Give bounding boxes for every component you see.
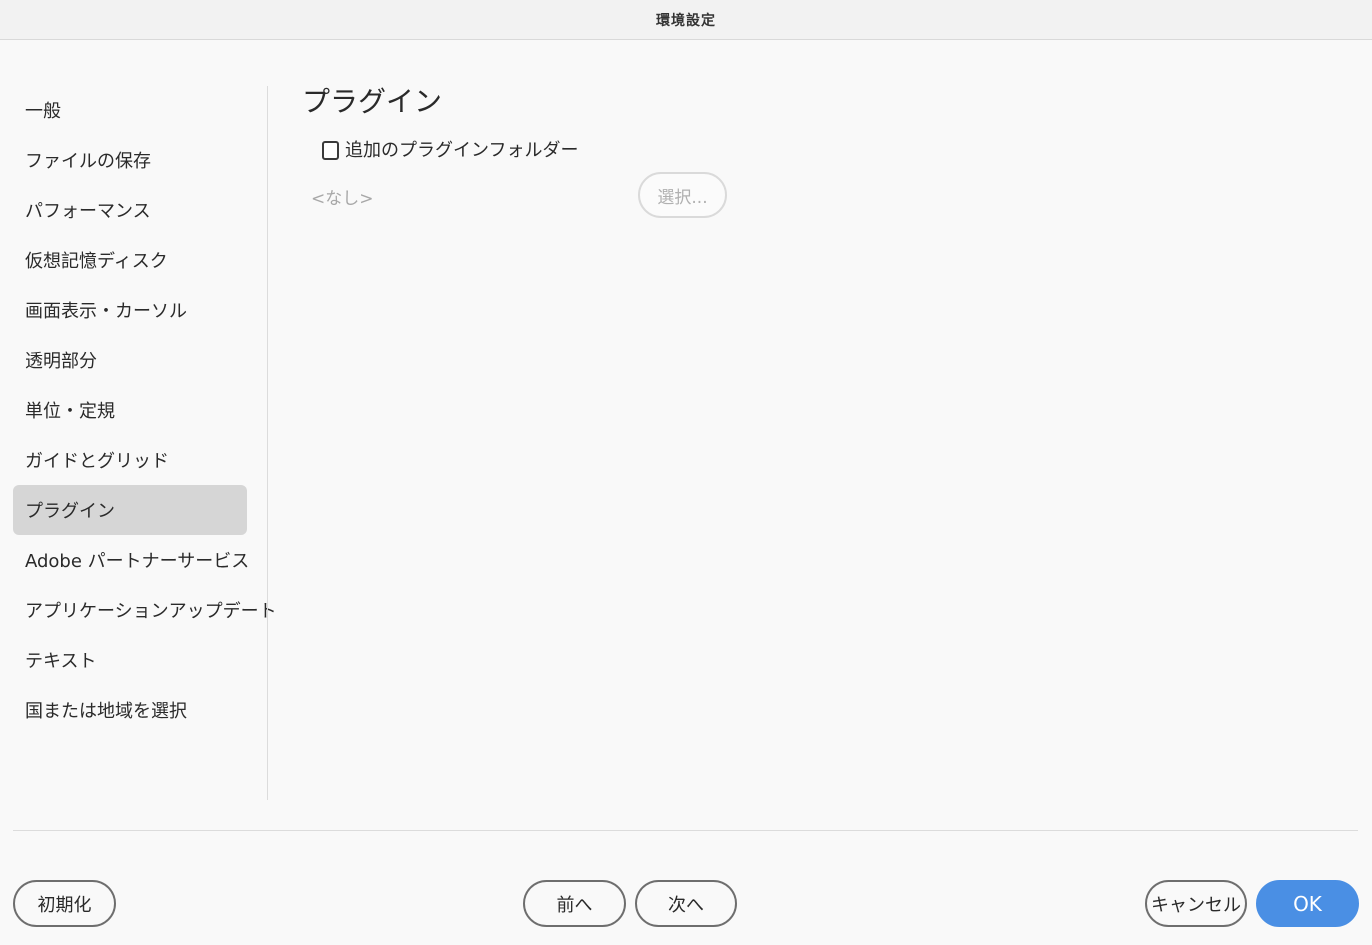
choose-folder-button[interactable]: 選択... [638, 172, 727, 218]
title-bar: 環境設定 [0, 0, 1372, 40]
folder-path-text: <なし> [311, 189, 374, 209]
sidebar-item-performance[interactable]: パフォーマンス [13, 185, 247, 235]
sidebar-item-region[interactable]: 国または地域を選択 [13, 685, 247, 735]
sidebar-item-general[interactable]: 一般 [13, 85, 247, 135]
sidebar: 一般 ファイルの保存 パフォーマンス 仮想記憶ディスク 画面表示・カーソル 透明… [13, 85, 277, 735]
reset-button[interactable]: 初期化 [13, 880, 116, 927]
sidebar-item-display-cursors[interactable]: 画面表示・カーソル [13, 285, 247, 335]
sidebar-item-adobe-partner-services[interactable]: Adobe パートナーサービス [13, 535, 249, 585]
sidebar-item-file-handling[interactable]: ファイルの保存 [13, 135, 247, 185]
preferences-window: 環境設定 一般 ファイルの保存 パフォーマンス 仮想記憶ディスク 画面表示・カー… [0, 0, 1372, 945]
sidebar-item-scratch-disks[interactable]: 仮想記憶ディスク [13, 235, 247, 285]
additional-folder-label[interactable]: 追加のプラグインフォルダー [345, 136, 578, 162]
window-title: 環境設定 [656, 12, 716, 29]
panel-heading: プラグイン [302, 85, 443, 118]
prev-button[interactable]: 前へ [523, 880, 626, 927]
sidebar-item-guides-grid[interactable]: ガイドとグリッド [13, 435, 247, 485]
plugins-panel: プラグイン 追加のプラグインフォルダー <なし> 選択... [302, 80, 1342, 218]
additional-folder-checkbox[interactable] [322, 141, 339, 160]
sidebar-divider [267, 86, 268, 800]
sidebar-item-text[interactable]: テキスト [13, 635, 247, 685]
sidebar-item-app-updates[interactable]: アプリケーションアップデート [13, 585, 277, 635]
cancel-button[interactable]: キャンセル [1145, 880, 1247, 927]
sidebar-item-units-rulers[interactable]: 単位・定規 [13, 385, 247, 435]
ok-button[interactable]: OK [1256, 880, 1359, 927]
footer-divider [13, 830, 1358, 831]
next-button[interactable]: 次へ [635, 880, 737, 927]
sidebar-item-plugins[interactable]: プラグイン [13, 485, 247, 535]
sidebar-item-transparency[interactable]: 透明部分 [13, 335, 247, 385]
additional-folder-row: 追加のプラグインフォルダー [322, 136, 578, 162]
